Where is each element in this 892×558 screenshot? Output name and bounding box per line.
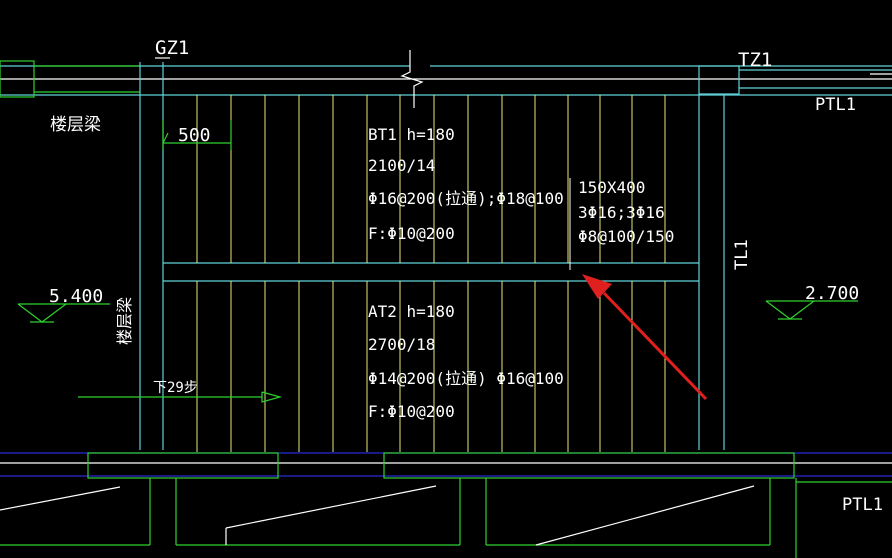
at2-title: AT2 h=180 [368, 302, 455, 321]
bt1-bottom-rebar: F:Φ10@200 [368, 224, 455, 243]
tz1-box [698, 65, 740, 95]
bt1-span: 2100/14 [368, 156, 435, 175]
beam-size: 150X400 [578, 178, 645, 197]
bt1-rebar: Φ16@200(拉通);Φ18@100 [368, 189, 564, 208]
at2-bottom-rebar: F:Φ10@200 [368, 402, 455, 421]
dimension-500-label: 500 [178, 125, 211, 146]
dim-tick-left [162, 132, 169, 144]
lower-slope-3 [535, 485, 755, 546]
tz1-label: TZ1 [738, 49, 772, 71]
bottom-beam-box-right [383, 452, 795, 479]
red-pointer-arrow [582, 274, 708, 401]
lower-slope-2 [225, 485, 437, 529]
lower-slope-1 [0, 486, 121, 511]
ptl1-top-label: PTL1 [815, 95, 856, 115]
tl1-label: TL1 [732, 239, 752, 270]
bt1-title: BT1 h=180 [368, 125, 455, 144]
beam-rebar: 3Φ16;3Φ16 [578, 203, 665, 222]
floor-beam-label: 楼层梁 [50, 115, 101, 135]
cad-drawing-canvas: GZ1 TZ1 PTL1 PTL1 楼层梁 楼层梁 500 TL1 5.400 … [0, 37, 892, 558]
down-steps-label: 下29步 [153, 380, 198, 396]
at2-rebar: Φ14@200(拉通) Φ16@100 [368, 369, 564, 388]
ptl1-bottom-label: PTL1 [842, 495, 883, 515]
bottom-beam-box-left [87, 452, 279, 479]
gz1-label: GZ1 [155, 37, 189, 59]
elevation-5400-label: 5.400 [49, 286, 103, 307]
beam-stirrup: Φ8@100/150 [578, 227, 674, 246]
elevation-2700-label: 2.700 [805, 283, 859, 304]
floor-beam-vertical-label: 楼层梁 [115, 297, 134, 345]
at2-span: 2700/18 [368, 335, 435, 354]
